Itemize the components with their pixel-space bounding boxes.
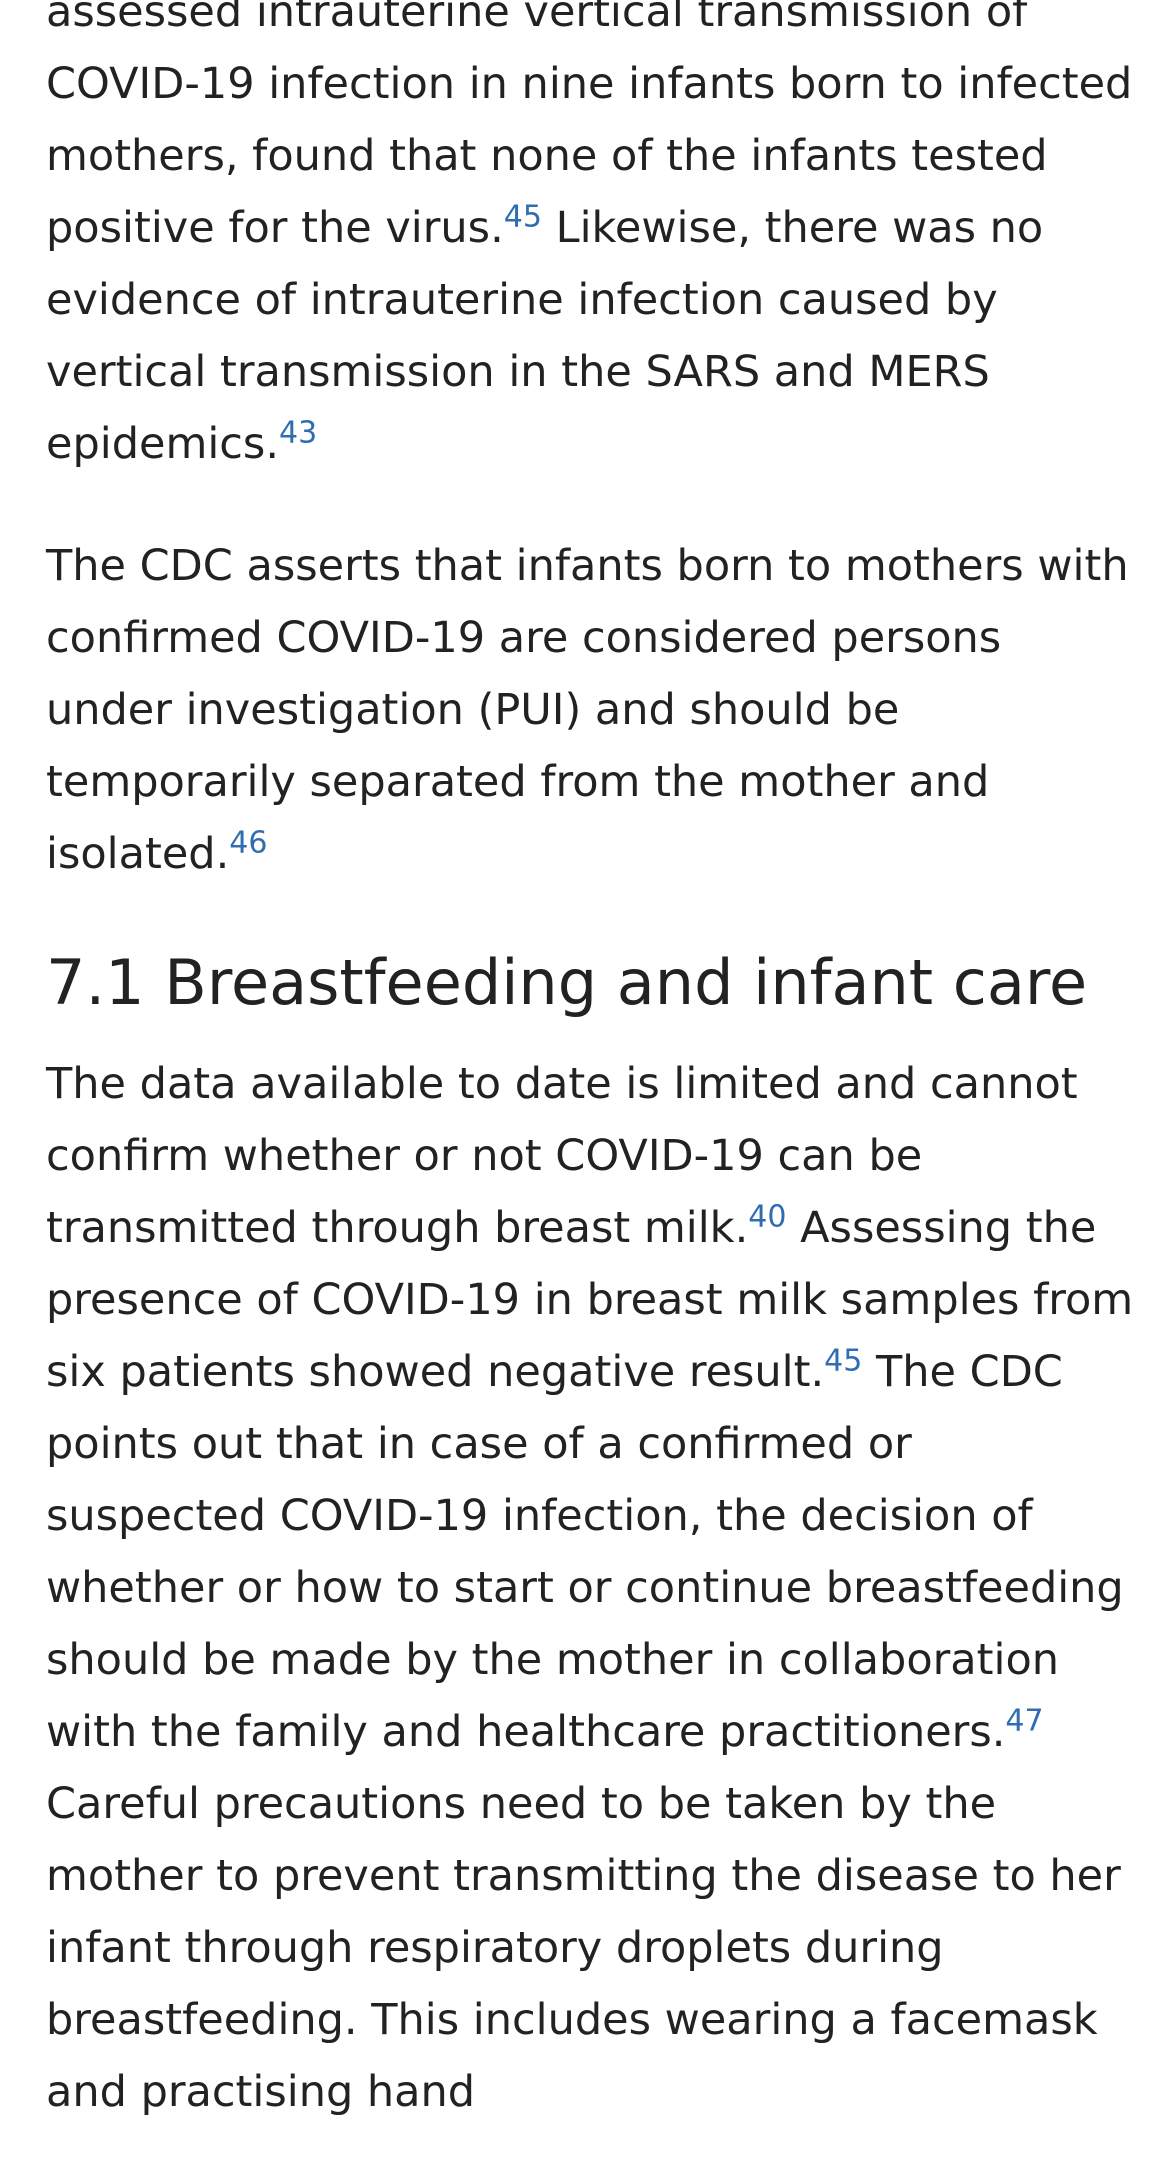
paragraph-text: The CDC points out that in case of a con… (46, 1347, 1124, 1757)
citation-link-46[interactable]: 46 (229, 826, 267, 861)
paragraph-vertical-transmission: assessed intrauterine vertical transmiss… (46, 0, 1136, 480)
citation-link-43[interactable]: 43 (279, 416, 317, 451)
citation-link-45[interactable]: 45 (824, 1344, 862, 1379)
article-body: assessed intrauterine vertical transmiss… (46, 0, 1136, 2178)
paragraph-breastfeeding: The data available to date is limited an… (46, 1048, 1136, 2128)
citation-link-45[interactable]: 45 (504, 200, 542, 235)
section-heading: 7.1 Breastfeeding and infant care (46, 946, 1088, 1019)
paragraph-text: Careful precautions need to be taken by … (46, 1779, 1121, 2117)
paragraph-text: The CDC asserts that infants born to mot… (46, 541, 1129, 879)
citation-link-40[interactable]: 40 (748, 1200, 786, 1235)
citation-link-47[interactable]: 47 (1005, 1704, 1043, 1739)
paragraph-cdc-pui: The CDC asserts that infants born to mot… (46, 530, 1136, 890)
